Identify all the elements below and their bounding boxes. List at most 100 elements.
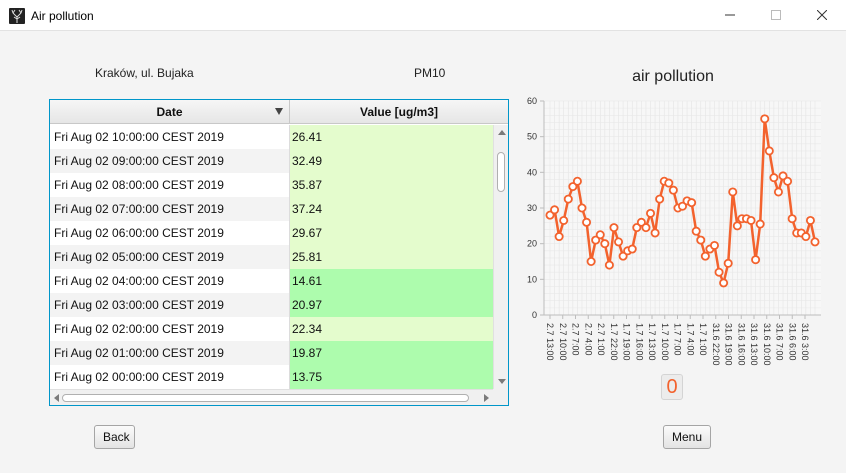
horizontal-scroll-thumb[interactable] bbox=[62, 394, 469, 402]
column-header-value[interactable]: Value [ug/m3] bbox=[290, 100, 508, 124]
chart-x-tick-label: 1.7 7:00 bbox=[673, 323, 683, 356]
chart-data-point bbox=[614, 237, 624, 247]
date-cell: Fri Aug 02 09:00:00 CEST 2019 bbox=[50, 149, 290, 173]
chart-data-point bbox=[550, 205, 560, 215]
value-cell: 37.24 bbox=[290, 197, 493, 221]
date-cell: Fri Aug 02 07:00:00 CEST 2019 bbox=[50, 197, 290, 221]
chart-data-point bbox=[810, 237, 820, 247]
table-row[interactable]: Fri Aug 02 03:00:00 CEST 2019 20.97 bbox=[50, 293, 493, 317]
date-cell: Fri Aug 02 02:00:00 CEST 2019 bbox=[50, 317, 290, 341]
chart-x-tick-label: 2.7 10:00 bbox=[558, 323, 568, 361]
chart-x-tick-label: 2.7 4:00 bbox=[583, 323, 593, 356]
back-button[interactable]: Back bbox=[94, 425, 135, 449]
chart-x-tick-label: 31.6 7:00 bbox=[775, 323, 785, 361]
chart-data-point bbox=[664, 178, 674, 188]
table-row[interactable]: Fri Aug 02 07:00:00 CEST 2019 37.24 bbox=[50, 197, 493, 221]
table-row[interactable]: Fri Aug 02 10:00:00 CEST 2019 26.41 bbox=[50, 125, 493, 149]
value-cell: 22.34 bbox=[290, 317, 493, 341]
title-bar: Air pollution bbox=[0, 0, 846, 31]
scroll-left-icon[interactable] bbox=[54, 394, 59, 402]
column-header-date[interactable]: Date bbox=[50, 100, 290, 124]
chart-x-tick-label: 1.7 16:00 bbox=[634, 323, 644, 361]
chart-data-point bbox=[696, 235, 706, 245]
horizontal-scrollbar[interactable] bbox=[50, 389, 493, 405]
chart-data-point bbox=[646, 208, 656, 218]
table-row[interactable]: Fri Aug 02 06:00:00 CEST 2019 29.67 bbox=[50, 221, 493, 245]
chart-x-tick-label: 2.7 7:00 bbox=[571, 323, 581, 356]
chart-y-tick-label: 40 bbox=[527, 167, 537, 177]
scroll-up-icon[interactable] bbox=[498, 130, 506, 135]
pollutant-label: PM10 bbox=[414, 66, 446, 80]
counter-value: 0 bbox=[661, 374, 683, 400]
chart-x-tick-label: 31.6 22:00 bbox=[711, 323, 721, 366]
chart-data-point bbox=[769, 173, 779, 183]
chart-x-tick-label: 31.6 13:00 bbox=[749, 323, 759, 366]
chart-data-point bbox=[563, 194, 573, 204]
chart-data-point bbox=[728, 187, 738, 197]
location-label: Kraków, ul. Bujaka bbox=[95, 66, 194, 80]
chart-title: air pollution bbox=[632, 68, 714, 85]
close-icon bbox=[816, 9, 828, 23]
table-row[interactable]: Fri Aug 02 08:00:00 CEST 2019 35.87 bbox=[50, 173, 493, 197]
chart-data-point bbox=[668, 185, 678, 195]
maximize-button[interactable] bbox=[753, 0, 799, 31]
date-cell: Fri Aug 02 08:00:00 CEST 2019 bbox=[50, 173, 290, 197]
table-body: Fri Aug 02 10:00:00 CEST 2019 26.41 Fri Au… bbox=[50, 125, 493, 389]
table-row[interactable]: Fri Aug 02 02:00:00 CEST 2019 22.34 bbox=[50, 317, 493, 341]
chart-x-tick-label: 1.7 19:00 bbox=[622, 323, 632, 361]
chart-data-point bbox=[723, 258, 733, 268]
vertical-scroll-thumb[interactable] bbox=[497, 152, 505, 192]
window-title: Air pollution bbox=[31, 9, 94, 23]
chart-data-point bbox=[577, 203, 587, 213]
chart-y-tick-label: 20 bbox=[527, 239, 537, 249]
chart-data-point bbox=[719, 278, 729, 288]
chart-data-point bbox=[604, 260, 614, 270]
chart-data-point bbox=[595, 230, 605, 240]
scroll-right-icon[interactable] bbox=[484, 394, 489, 402]
chart-y-tick-label: 60 bbox=[527, 96, 537, 106]
date-cell: Fri Aug 02 00:00:00 CEST 2019 bbox=[50, 365, 290, 389]
chart-data-point bbox=[746, 215, 756, 225]
close-button[interactable] bbox=[799, 0, 845, 31]
table-row[interactable]: Fri Aug 02 09:00:00 CEST 2019 32.49 bbox=[50, 149, 493, 173]
vertical-scrollbar[interactable] bbox=[493, 125, 508, 389]
chart-x-tick-label: 1.7 10:00 bbox=[660, 323, 670, 361]
value-cell: 26.41 bbox=[290, 125, 493, 149]
app-tree-icon bbox=[9, 8, 25, 24]
value-cell: 29.67 bbox=[290, 221, 493, 245]
value-cell: 13.75 bbox=[290, 365, 493, 389]
chart-data-point bbox=[609, 223, 619, 233]
chart-data-point bbox=[751, 255, 761, 265]
scroll-down-icon[interactable] bbox=[498, 379, 506, 384]
chart-data-point bbox=[582, 217, 592, 227]
minimize-button[interactable] bbox=[707, 0, 753, 31]
chart-x-tick-label: 1.7 22:00 bbox=[609, 323, 619, 361]
chart-data-point bbox=[627, 244, 637, 254]
chart-data-point bbox=[687, 198, 697, 208]
chart-x-tick-label: 31.6 3:00 bbox=[800, 323, 810, 361]
table-row[interactable]: Fri Aug 02 00:00:00 CEST 2019 13.75 bbox=[50, 365, 493, 389]
chart-y-tick-label: 10 bbox=[527, 274, 537, 284]
table-header: Date Value [ug/m3] bbox=[50, 100, 508, 124]
chart-x-tick-label: 31.6 6:00 bbox=[787, 323, 797, 361]
table-row[interactable]: Fri Aug 02 01:00:00 CEST 2019 19.87 bbox=[50, 341, 493, 365]
chart-data-point bbox=[691, 226, 701, 236]
value-cell: 35.87 bbox=[290, 173, 493, 197]
chart-data-point bbox=[773, 187, 783, 197]
table-row[interactable]: Fri Aug 02 05:00:00 CEST 2019 25.81 bbox=[50, 245, 493, 269]
value-cell: 20.97 bbox=[290, 293, 493, 317]
chart-x-tick-label: 1.7 4:00 bbox=[685, 323, 695, 356]
chart-data-point bbox=[559, 215, 569, 225]
measurements-table[interactable]: Date Value [ug/m3] Fri Aug 02 10:00:00 C… bbox=[49, 99, 509, 406]
date-cell: Fri Aug 02 06:00:00 CEST 2019 bbox=[50, 221, 290, 245]
menu-button[interactable]: Menu bbox=[663, 425, 711, 449]
table-row[interactable]: Fri Aug 02 04:00:00 CEST 2019 14.61 bbox=[50, 269, 493, 293]
date-cell: Fri Aug 02 10:00:00 CEST 2019 bbox=[50, 125, 290, 149]
chart-data-point bbox=[554, 232, 564, 242]
main-content: Kraków, ul. Bujaka PM10 Date Value [ug/m… bbox=[1, 31, 845, 472]
date-cell: Fri Aug 02 01:00:00 CEST 2019 bbox=[50, 341, 290, 365]
pollution-line-chart: 01020304050602.7 13:00 2.7 10:00 2.7 7:00 2… bbox=[527, 96, 821, 366]
chart-x-tick-label: 2.7 1:00 bbox=[596, 323, 606, 356]
chart-data-point bbox=[801, 232, 811, 242]
sort-descending-icon bbox=[275, 108, 283, 115]
